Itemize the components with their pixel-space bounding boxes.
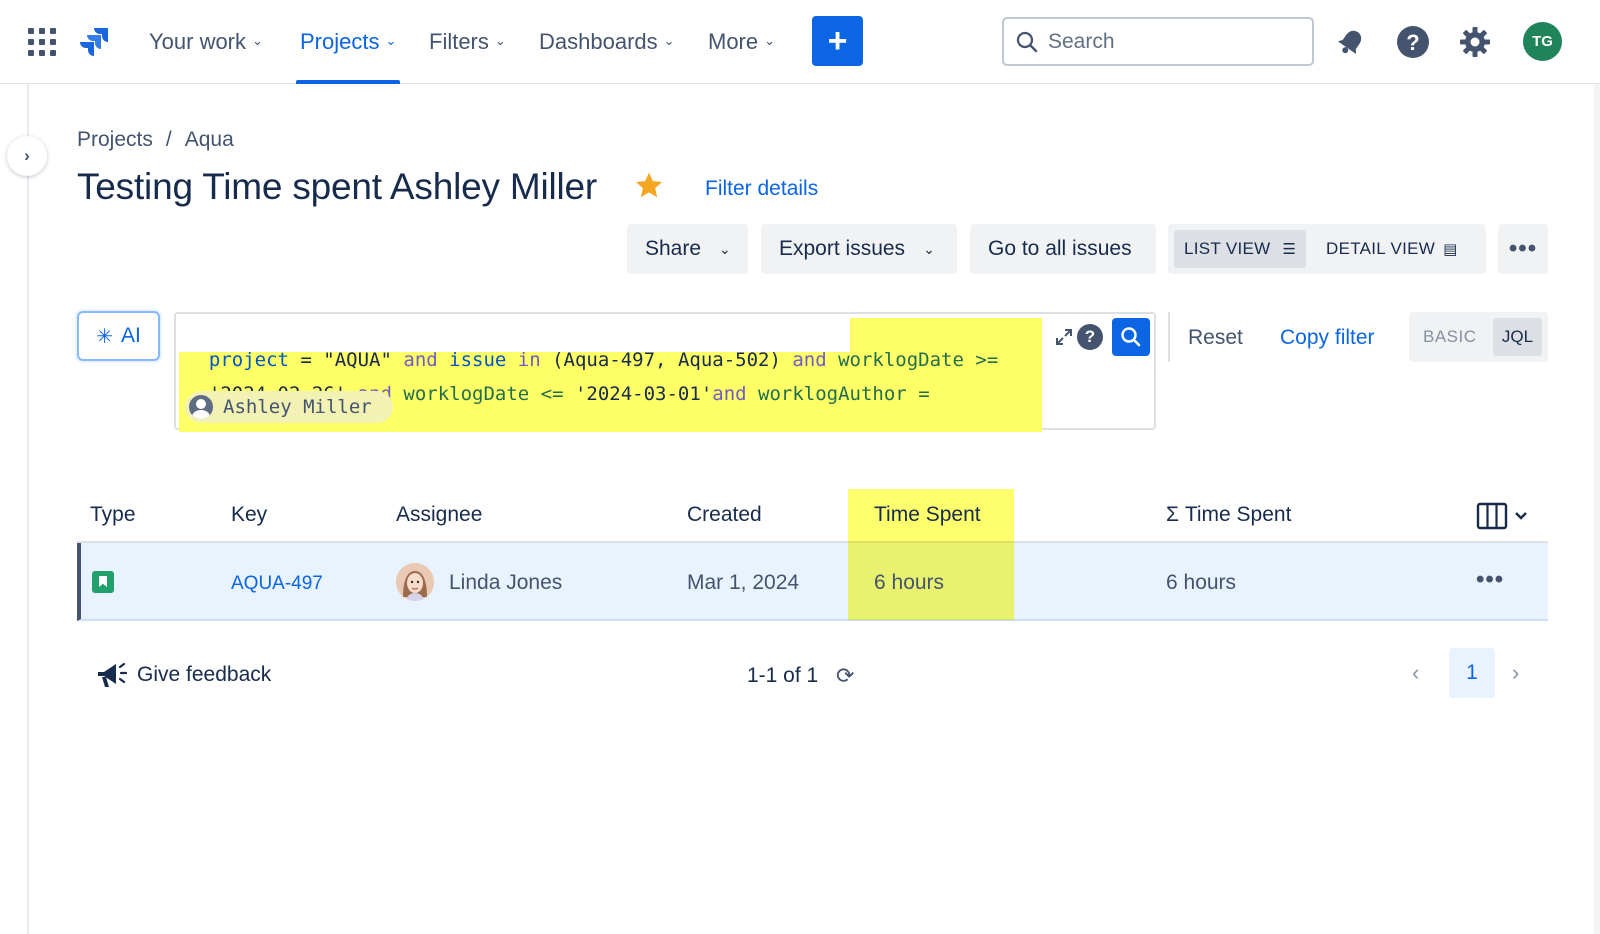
chevron-down-icon: ⌄ (663, 33, 675, 48)
nav-dashboards[interactable]: Dashboards ⌄ (539, 0, 675, 84)
result-count: 1-1 of 1 (747, 664, 819, 687)
column-header-key[interactable]: Key (231, 503, 267, 527)
column-header-sum-time-spent[interactable]: Σ Time Spent (1166, 503, 1291, 527)
jql-search-button[interactable] (1112, 318, 1150, 356)
go-to-all-issues-button[interactable]: Go to all issues (970, 224, 1156, 274)
column-header-time-spent[interactable]: Time Spent (874, 503, 981, 527)
chevron-down-icon: ⌄ (252, 33, 263, 48)
refresh-icon[interactable]: ⟳ (836, 663, 854, 689)
star-icon[interactable] (633, 170, 665, 202)
jql-help-icon[interactable]: ? (1077, 324, 1103, 350)
detail-view-icon: ▤ (1443, 241, 1458, 258)
search-mode-toggle: BASIC JQL (1409, 312, 1548, 362)
created-date: Mar 1, 2024 (687, 571, 800, 594)
sidebar-expand-button[interactable]: › (7, 136, 47, 176)
breadcrumb-aqua[interactable]: Aqua (185, 128, 234, 151)
column-header-created[interactable]: Created (687, 503, 762, 527)
user-avatar[interactable]: TG (1523, 22, 1562, 61)
search-icon (1016, 31, 1038, 52)
page-button-1[interactable]: 1 (1449, 648, 1495, 698)
chevron-down-icon: ⌄ (764, 33, 776, 48)
list-view-button[interactable]: LIST VIEW ☰ (1174, 230, 1307, 268)
detail-view-button[interactable]: DETAIL VIEW ▤ (1316, 230, 1468, 268)
breadcrumb: Projects / Aqua (77, 128, 234, 151)
list-icon: ☰ (1282, 241, 1297, 258)
svg-text:?: ? (1406, 30, 1419, 55)
notifications-bell-icon[interactable] (1331, 22, 1371, 62)
time-spent-value: 6 hours (874, 571, 945, 594)
chevron-right-icon[interactable]: › (1512, 660, 1519, 686)
chevron-left-icon[interactable]: ‹ (1412, 660, 1419, 686)
chevron-right-icon: › (24, 146, 30, 165)
chevron-down-icon: ⌄ (923, 240, 935, 257)
jira-logo-icon[interactable] (78, 24, 112, 58)
scrollbar-track[interactable] (1594, 84, 1600, 934)
export-issues-button[interactable]: Export issues ⌄ (761, 224, 957, 274)
author-chip[interactable]: Ashley Miller (185, 391, 393, 423)
nav-more[interactable]: More ⌄ (708, 0, 775, 84)
nav-your-work[interactable]: Your work ⌄ (149, 0, 263, 84)
chevron-down-icon: ⌄ (719, 240, 731, 257)
divider (1168, 312, 1170, 362)
table-header-divider (77, 541, 1548, 543)
sparkle-icon: ✳ (96, 325, 113, 348)
settings-gear-icon[interactable] (1455, 22, 1495, 62)
chevron-down-icon: ⌄ (385, 33, 397, 48)
issue-key-link[interactable]: AQUA-497 (231, 573, 323, 595)
more-actions-button[interactable]: ••• (1498, 224, 1548, 274)
search-field[interactable] (1002, 17, 1314, 66)
chevron-down-icon: ⌄ (494, 33, 506, 48)
column-header-type[interactable]: Type (90, 503, 136, 527)
jql-mode-button[interactable]: JQL (1493, 318, 1542, 356)
give-feedback-button[interactable]: Give feedback (95, 660, 271, 690)
assignee-avatar (396, 563, 434, 601)
nav-projects[interactable]: Projects ⌄ (295, 0, 401, 84)
expand-icon[interactable] (1049, 322, 1079, 352)
megaphone-icon (98, 662, 127, 687)
row-more-button[interactable]: ••• (1476, 566, 1504, 594)
page-title: Testing Time spent Ashley Miller (77, 166, 598, 207)
column-header-assignee[interactable]: Assignee (396, 503, 482, 527)
columns-icon (1476, 502, 1527, 530)
sidebar-border (27, 84, 29, 934)
copy-filter-button[interactable]: Copy filter (1280, 326, 1375, 350)
create-button[interactable]: + (812, 16, 863, 66)
story-icon (92, 571, 114, 593)
search-input[interactable] (1048, 29, 1308, 54)
sum-time-spent-value: 6 hours (1166, 571, 1237, 594)
user-avatar-icon (189, 395, 213, 419)
assignee-name: Linda Jones (449, 571, 563, 594)
top-navigation: Your work ⌄ Projects ⌄ Filters ⌄ Dashboards… (0, 0, 1600, 84)
column-picker-button[interactable] (1476, 501, 1532, 531)
help-icon[interactable]: ? (1393, 22, 1433, 62)
share-button[interactable]: Share ⌄ (627, 224, 748, 274)
breadcrumb-projects[interactable]: Projects (77, 128, 153, 151)
view-toggle: LIST VIEW ☰ DETAIL VIEW ▤ (1168, 224, 1486, 274)
ai-button[interactable]: ✳ AI (77, 311, 160, 361)
reset-button[interactable]: Reset (1188, 326, 1243, 350)
search-icon (1121, 327, 1141, 347)
app-switcher-icon[interactable] (28, 28, 56, 56)
basic-mode-button[interactable]: BASIC (1423, 327, 1477, 347)
nav-filters[interactable]: Filters ⌄ (429, 0, 506, 84)
filter-details-link[interactable]: Filter details (705, 177, 818, 201)
